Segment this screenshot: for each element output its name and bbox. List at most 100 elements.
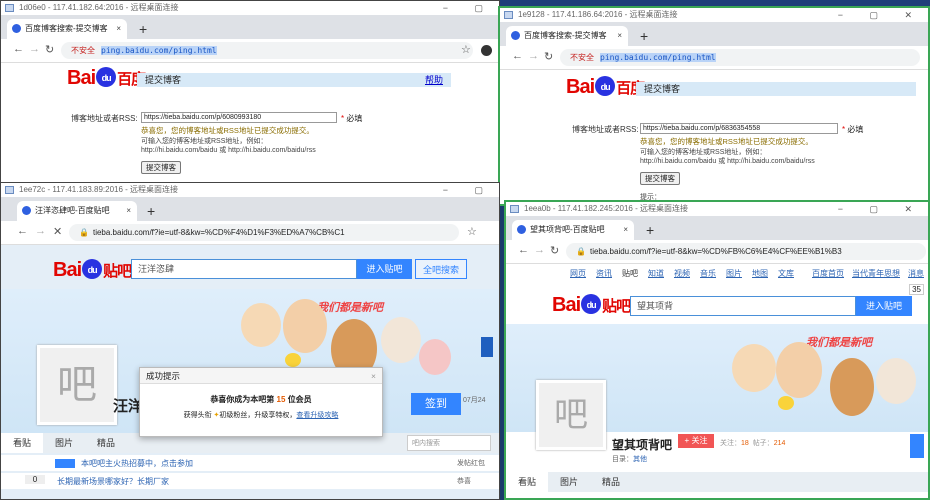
blog-url-input[interactable]: https://tieba.baidu.com/p/6080993180 [141,112,337,123]
titlebar[interactable]: 1eea0b - 117.41.182.245:2016 - 远程桌面连接 − … [506,202,928,216]
address-bar[interactable]: 不安全 ping.baidu.com/ping.html [61,42,473,59]
forward-icon[interactable]: → [35,225,46,237]
cartoon-character [732,344,776,392]
tieba-search-input[interactable]: 汪洋恣肆 [131,259,357,279]
remote-desktop-window-3: 1ee72c - 117.41.183.89:2016 - 远程桌面连接 − ▢… [0,182,500,500]
close-tab-icon[interactable]: × [116,19,121,39]
tab-strip: 汪洋恣肆吧-百度贴吧 × + [1,197,499,221]
browser-tab[interactable]: 汪洋恣肆吧-百度贴吧 × [17,201,137,221]
tab-strip: 望其项背吧-百度贴吧 × + [506,216,928,240]
nav-link[interactable]: 地图 [752,269,768,278]
address-bar[interactable]: 🔒 tieba.baidu.com/f?ie=utf-8&kw=%CD%FB%C6… [566,243,926,260]
remote-desktop-icon [504,11,513,19]
back-icon[interactable]: ← [512,50,523,62]
nav-link[interactable]: 资讯 [596,269,612,278]
url-text: tieba.baidu.com/f?ie=utf-8&kw=%CD%F4%D1%… [92,228,345,237]
tab-best[interactable]: 精品 [590,472,632,492]
directory-link[interactable]: 其他 [633,456,647,463]
baidu-logo: Bai du 百度 [566,76,645,98]
close-tab-icon[interactable]: × [617,26,622,46]
forward-icon[interactable]: → [528,50,539,62]
follow-button[interactable]: + 关注 [678,434,714,448]
submit-blog-button[interactable]: 提交博客 [640,172,680,185]
dialog-header: 成功提示 × [140,368,382,384]
enter-tieba-button[interactable]: 进入贴吧 [856,296,912,316]
titlebar[interactable]: 1d06e0 - 117.41.182.64:2016 - 远程桌面连接 − ▢ [1,1,499,15]
new-tab-icon[interactable]: + [147,203,155,219]
upgrade-guide-link[interactable]: 查看升级攻略 [296,412,338,419]
window-controls[interactable]: − ▢ [443,1,495,15]
window-controls[interactable]: − ▢ [443,183,495,197]
tab-posts[interactable]: 看贴 [1,433,44,453]
nav-link[interactable]: 贴吧 [622,269,638,278]
forward-icon[interactable]: → [534,244,545,256]
forward-icon[interactable]: → [29,43,40,55]
titlebar[interactable]: 1ee72c - 117.41.183.89:2016 - 远程桌面连接 − ▢ [1,183,499,197]
back-icon[interactable]: ← [17,225,28,237]
member-number: 15 [276,395,286,404]
nav-link[interactable]: 图片 [726,269,742,278]
titlebar[interactable]: 1e9128 - 117.41.186.64:2016 - 远程桌面连接 − ▢… [500,8,928,22]
address-bar[interactable]: 不安全 ping.baidu.com/ping.html [560,49,920,66]
new-tab-icon[interactable]: + [640,28,648,44]
nav-right-link[interactable]: 当代青年思想 [852,269,900,278]
rubber-duck [778,396,794,410]
tab-pictures[interactable]: 图片 [548,472,590,492]
cartoon-character [776,342,822,398]
browser-tab[interactable]: 百度博客搜索-提交博客 × [506,26,628,46]
forum-avatar: 吧 [37,345,117,425]
nav-link[interactable]: 文库 [778,269,794,278]
window-controls[interactable]: − ▢ ✕ [838,8,924,22]
bookmark-star-icon[interactable]: ☆ [461,43,471,56]
forum-tabs: 看贴 图片 精品 [506,472,928,492]
reload-icon[interactable]: ↻ [544,50,553,63]
tab-best[interactable]: 精品 [85,433,127,453]
stop-icon[interactable]: ✕ [53,225,62,238]
help-link[interactable]: 帮助 [425,73,443,87]
account-icon[interactable] [481,45,492,56]
hint-line-2: http://hi.baidu.com/baidu 或 http://hi.ba… [640,158,815,165]
close-tab-icon[interactable]: × [623,220,628,240]
back-icon[interactable]: ← [13,43,24,55]
baidu-logo: Bai du 百度 [67,67,146,89]
tieba-logo: Bai du 贴吧 [53,259,132,281]
forum-search-input[interactable]: 吧内搜索 [407,435,491,451]
list-item[interactable]: 本吧吧主火热招募中，点击参加 发帖红包 [1,455,499,471]
address-bar[interactable]: 🔒 tieba.baidu.com/f?ie=utf-8&kw=%CD%F4%D1… [69,224,459,241]
baidu-favicon-icon [22,206,31,215]
reload-icon[interactable]: ↻ [550,244,559,257]
window-controls[interactable]: − ▢ ✕ [838,202,924,216]
new-tab-icon[interactable]: + [646,222,654,238]
nav-right-link[interactable]: 消息 [908,269,924,278]
enter-tieba-button[interactable]: 进入贴吧 [357,259,412,279]
reload-icon[interactable]: ↻ [45,43,54,56]
remote-desktop-icon [5,4,14,12]
all-search-button[interactable]: 全吧搜索 [415,259,467,279]
tab-posts[interactable]: 看贴 [506,472,549,492]
hint-line-2: http://hi.baidu.com/baidu 或 http://hi.ba… [141,147,316,154]
browser-toolbar: ← → ↻ 🔒 tieba.baidu.com/f?ie=utf-8&kw=%CD… [506,240,928,264]
browser-tab[interactable]: 望其项背吧-百度贴吧 × [512,220,634,240]
nav-link[interactable]: 视频 [674,269,690,278]
new-tab-icon[interactable]: + [139,21,147,37]
close-icon[interactable]: × [371,368,376,384]
list-item[interactable]: 0 长期最新场景哪家好？长期厂家 恭喜 [1,473,499,489]
blog-url-input[interactable]: https://tieba.baidu.com/p/6836354558 [640,123,838,134]
browser-tab[interactable]: 百度博客搜索-提交博客 × [7,19,127,39]
submit-blog-button[interactable]: 提交博客 [141,161,181,174]
nav-link[interactable]: 音乐 [700,269,716,278]
nav-right-link[interactable]: 百度首页 [812,269,844,278]
nav-link[interactable]: 知道 [648,269,664,278]
dialog-line-1: 恭喜你成为本吧第 15 位会员 [210,395,312,404]
date-label: 07月24 [463,397,486,404]
tab-pictures[interactable]: 图片 [43,433,85,453]
back-icon[interactable]: ← [518,244,529,256]
close-tab-icon[interactable]: × [126,201,131,221]
sign-in-button[interactable]: 签到 [411,393,461,415]
bookmark-star-icon[interactable]: ☆ [467,225,477,238]
cartoon-character [283,299,327,353]
nav-link[interactable]: 网页 [570,269,586,278]
tieba-search-input[interactable]: 望其项背 [630,296,856,316]
blog-url-label: 博客地址或者RSS: [71,114,138,123]
submit-header-bar: 提交博客 [636,82,916,96]
